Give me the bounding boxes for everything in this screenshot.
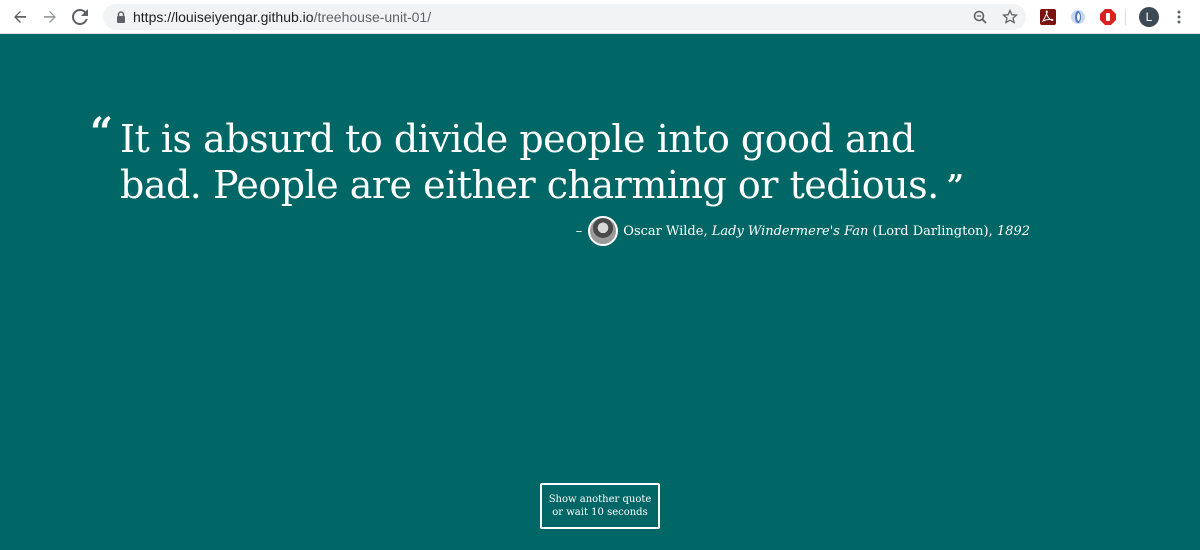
toolbar-divider (1125, 9, 1126, 25)
bookmark-star-icon (1002, 9, 1018, 24)
forward-icon (44, 11, 56, 23)
quote-character: (Lord Darlington), (872, 223, 993, 239)
browser-toolbar: https://louiseiyengar.github.io/treehous… (0, 0, 1200, 34)
back-icon (14, 11, 26, 23)
pdf-extension-button[interactable] (1039, 8, 1057, 26)
stop-extension-icon (1100, 9, 1116, 25)
open-quote-mark: “ (90, 109, 113, 156)
reload-icon (72, 9, 88, 25)
author-name: Oscar Wilde, (623, 223, 708, 239)
quote: “It is absurd to divide people into good… (90, 110, 990, 212)
bookmark-button[interactable] (1001, 8, 1019, 26)
forward-button[interactable] (38, 5, 62, 29)
back-button[interactable] (8, 5, 32, 29)
quote-source: Lady Windermere's Fan (711, 223, 869, 239)
button-label-line2: or wait 10 seconds (552, 507, 648, 518)
reload-button[interactable] (68, 5, 92, 29)
profile-avatar[interactable]: L (1139, 7, 1159, 27)
url-path: /treehouse-unit-01/ (313, 9, 432, 25)
extension-icon (1071, 10, 1085, 24)
menu-icon (1177, 10, 1181, 24)
menu-button[interactable] (1170, 8, 1188, 26)
quote-box: “It is absurd to divide people into good… (90, 110, 990, 212)
stop-extension-button[interactable] (1099, 8, 1117, 26)
close-quote-mark: ” (946, 169, 964, 204)
author-portrait (588, 216, 619, 246)
zoom-icon (973, 10, 987, 24)
zoom-button[interactable] (971, 8, 989, 26)
address-bar[interactable]: https://louiseiyengar.github.io/treehous… (103, 4, 1026, 30)
quote-year: 1892 (996, 223, 1030, 239)
lock-icon (117, 11, 125, 23)
button-label-line1: Show another quote (548, 494, 652, 505)
extension-button[interactable] (1069, 8, 1087, 26)
quote-text: It is absurd to divide people into good … (120, 117, 939, 207)
quote-attribution: – Oscar Wilde, Lady Windermere's Fan (Lo… (576, 216, 1030, 246)
show-another-quote-button[interactable]: Show another quote or wait 10 seconds (540, 483, 660, 529)
quote-page: “It is absurd to divide people into good… (0, 34, 1200, 550)
url-host: https://louiseiyengar.github.io (133, 9, 314, 25)
pdf-extension-icon (1040, 9, 1056, 25)
attribution-dash: – (575, 223, 583, 239)
url-text: https://louiseiyengar.github.io/treehous… (133, 9, 431, 25)
